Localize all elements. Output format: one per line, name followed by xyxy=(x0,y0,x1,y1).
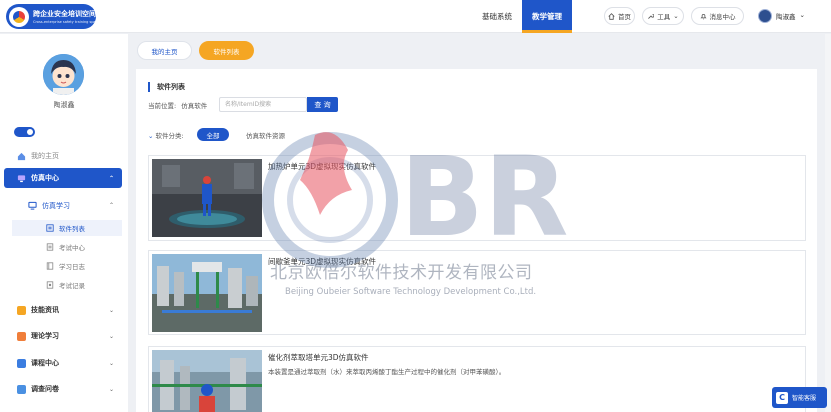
cartoon-avatar-icon xyxy=(43,54,84,95)
nav-teaching-management[interactable]: 教学管理 xyxy=(522,0,572,33)
screen-icon xyxy=(28,201,37,210)
sidebar-item-my-home[interactable]: 我的主页 xyxy=(4,146,122,166)
home-link[interactable]: 首页 xyxy=(604,7,635,25)
software-description: 本装置是通过萃取剂（水）来萃取丙烯酸丁酯生产过程中的催化剂（对甲苯磺酸）。 xyxy=(268,368,506,376)
avatar[interactable] xyxy=(43,54,84,95)
extraction-tower-scene xyxy=(152,350,262,412)
category-label: ⌄ 软件分类: xyxy=(148,132,184,140)
logo-title: 跨企业安全培训空间 xyxy=(33,10,96,18)
wrench-icon xyxy=(648,13,655,19)
survey-icon xyxy=(17,384,26,394)
software-thumbnail[interactable] xyxy=(152,254,262,332)
smart-service-button[interactable]: C 智能客服 xyxy=(772,387,827,408)
user-menu[interactable]: 陶淑鑫 ⌄ xyxy=(776,11,805,21)
watermark-company-cn: 北京欧倍尔软件技术开发有限公司 xyxy=(270,263,533,283)
batch-reactor-scene xyxy=(152,254,262,332)
header-avatar[interactable] xyxy=(758,9,772,23)
heating-furnace-scene xyxy=(152,159,262,237)
chevron-down-icon: ⌄ xyxy=(108,306,114,314)
sidebar-toggle[interactable] xyxy=(14,127,35,137)
folder-icon xyxy=(17,358,26,368)
software-thumbnail[interactable] xyxy=(152,159,262,237)
sidebar-item-exam-center[interactable]: 考试中心 xyxy=(12,239,122,255)
chevron-down-icon: ⌄ xyxy=(108,332,114,340)
chevron-up-icon: ⌃ xyxy=(108,174,114,182)
search-button[interactable]: 查 询 xyxy=(307,97,338,112)
sidebar-item-course-center[interactable]: 课程中心 ⌄ xyxy=(4,353,122,373)
notebook-icon xyxy=(46,262,54,270)
chevron-down-icon: ⌄ xyxy=(108,385,114,393)
software-thumbnail[interactable] xyxy=(152,350,262,412)
breadcrumb: 当前位置: 仿真软件 xyxy=(148,102,208,110)
message-center[interactable]: 消息中心 xyxy=(691,7,744,25)
sidebar-user-name: 陶淑鑫 xyxy=(53,101,75,109)
chevron-down-icon: ⌄ xyxy=(148,132,154,140)
sidebar-item-study-log[interactable]: 学习日志 xyxy=(12,258,122,274)
search-input[interactable]: 名称/ItemID搜索 xyxy=(219,97,307,112)
app-logo[interactable]: 跨企业安全培训空间 Cross-enterprise safety traini… xyxy=(6,4,100,29)
sidebar-item-exam-records[interactable]: 考试记录 xyxy=(12,277,122,293)
record-icon xyxy=(46,281,54,289)
chat-icon: C xyxy=(776,391,788,404)
tab-software-list[interactable]: 软件列表 xyxy=(199,41,254,60)
sidebar-item-sim-learning[interactable]: 仿真学习 ⌃ xyxy=(4,197,122,214)
nav-basic-system[interactable]: 基础系统 xyxy=(472,0,522,33)
logo-subtitle: Cross-enterprise safety training space xyxy=(33,20,100,24)
category-resource-button[interactable]: 仿真软件资源 xyxy=(246,130,285,140)
chevron-down-icon: ⌄ xyxy=(673,12,679,20)
sidebar: 陶淑鑫 我的主页 仿真中心 ⌃ 仿真学习 ⌃ 软件列表 考试中心 学习日志 考试… xyxy=(0,34,128,412)
document-icon xyxy=(46,243,54,251)
chevron-up-icon: ⌃ xyxy=(108,202,114,209)
monitor-icon xyxy=(17,174,26,182)
bell-icon xyxy=(699,13,707,19)
list-icon xyxy=(46,224,54,232)
software-title[interactable]: 催化剂萃取塔单元3D仿真软件 xyxy=(268,352,369,363)
top-nav: 基础系统 教学管理 xyxy=(472,0,572,33)
page-scrollbar[interactable] xyxy=(825,34,831,412)
home-icon xyxy=(17,152,26,160)
sidebar-item-sim-center[interactable]: 仿真中心 ⌃ xyxy=(4,168,122,188)
tools-menu[interactable]: 工具 ⌄ xyxy=(642,7,684,25)
chevron-down-icon: ⌄ xyxy=(108,359,114,367)
book-icon xyxy=(17,331,26,341)
software-card[interactable]: 加热炉单元3D虚拟现实仿真软件 xyxy=(148,155,806,241)
category-all-button[interactable]: 全部 xyxy=(197,128,229,141)
sidebar-item-theory[interactable]: 理论学习 ⌄ xyxy=(4,326,122,346)
watermark-company-en: Beijing Oubeier Software Technology Deve… xyxy=(285,287,537,297)
software-title[interactable]: 加热炉单元3D虚拟现实仿真软件 xyxy=(268,161,376,172)
skill-icon xyxy=(17,305,26,315)
software-card[interactable]: 催化剂萃取塔单元3D仿真软件 本装置是通过萃取剂（水）来萃取丙烯酸丁酯生产过程中… xyxy=(148,346,806,412)
sidebar-item-software-list[interactable]: 软件列表 xyxy=(12,220,122,236)
logo-mark-icon xyxy=(9,6,29,27)
chevron-down-icon: ⌄ xyxy=(799,11,805,19)
tab-my-home[interactable]: 我的主页 xyxy=(137,41,192,60)
sidebar-item-survey[interactable]: 调查问卷 ⌄ xyxy=(4,379,122,399)
home-icon xyxy=(608,12,615,20)
sidebar-item-skill-info[interactable]: 技能资讯 ⌄ xyxy=(4,300,122,320)
top-header: 跨企业安全培训空间 Cross-enterprise safety traini… xyxy=(0,0,831,33)
page-title: 软件列表 xyxy=(148,82,185,92)
